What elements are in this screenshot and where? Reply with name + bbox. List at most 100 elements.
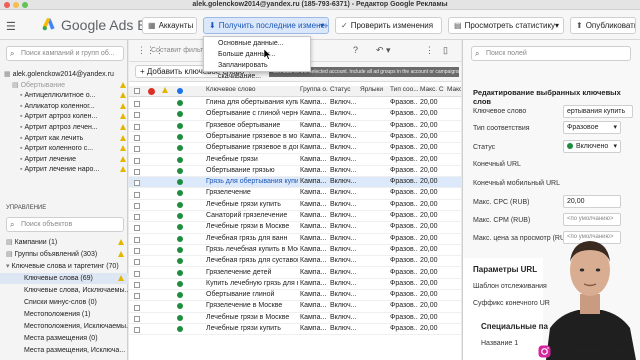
status-cell[interactable]: Включ... <box>330 268 358 278</box>
table-row[interactable]: Лечебные грязи Кампа... Включ... Фразов... 2… <box>129 155 461 166</box>
status-cell[interactable]: Включ... <box>330 177 358 187</box>
max-cpc-cell[interactable]: 20,00 <box>420 211 444 221</box>
keyword-cell[interactable]: Обертывание грязевое в мо... <box>206 132 298 142</box>
keyword-cell[interactable]: Лечебные грязи купить <box>206 200 298 210</box>
max-cpc-field[interactable]: 20,00 <box>563 195 621 208</box>
max-cpc-cell[interactable]: 20,00 <box>420 290 444 300</box>
keyword-cell[interactable]: Лечебные грязи <box>206 155 298 165</box>
ad-group-cell[interactable]: Кампа... <box>300 155 328 165</box>
table-row[interactable]: Грязелечение детей Кампа... Включ... Фразов… <box>129 268 461 279</box>
table-row[interactable]: Обертывание грязевое в дом... Кампа... Вкл… <box>129 143 461 155</box>
max-cpc-cell[interactable]: 20,00 <box>420 245 444 255</box>
max-cpc-cell[interactable]: 20,00 <box>420 234 444 244</box>
ad-group-cell[interactable]: Кампа... <box>300 177 328 187</box>
column-keyword[interactable]: Ключевое слово <box>206 86 296 93</box>
table-row[interactable]: Купить лечебную грязь для в... Кампа... Вк… <box>129 279 461 291</box>
keyword-field[interactable]: ертывания купить <box>563 105 633 118</box>
match-type-cell[interactable]: Фразов... <box>390 132 418 142</box>
type-list-item[interactable]: Места размещения (0) <box>0 333 128 344</box>
status-cell[interactable]: Включ... <box>330 290 358 300</box>
keyword-cell[interactable]: Лечебные грязи в Москве <box>206 313 298 323</box>
max-cpc-cell[interactable]: 20,00 <box>420 143 444 153</box>
max-cpc-cell[interactable]: 20,00 <box>420 200 444 210</box>
table-row[interactable]: Грязь для обертывания купить Кампа... Вклю… <box>129 177 461 189</box>
table-row[interactable]: Обертывание грязью Кампа... Включ... Фразов… <box>129 166 461 178</box>
publish-button[interactable]: ⬆ Опубликовать <box>570 17 636 34</box>
max-cpc-cell[interactable]: 20,00 <box>420 301 444 311</box>
more-icon[interactable]: ⋮ <box>425 45 434 56</box>
tree-item[interactable]: ▦ alek.golenckow2014@yandex.ru <box>0 70 128 80</box>
match-type-cell[interactable]: Фразов... <box>390 109 418 119</box>
status-cell[interactable]: Включ... <box>330 256 358 266</box>
keyword-cell[interactable]: Обертывание с глиной черной <box>206 109 298 119</box>
type-list-item[interactable]: Ключевые слова (69) <box>0 273 128 284</box>
max-cpc-cell[interactable]: 20,00 <box>420 279 444 289</box>
tree-item[interactable]: ▪ Апликатор коленног... <box>0 102 128 112</box>
table-row[interactable]: Обертывание с глиной черной Кампа... Включ… <box>129 109 461 121</box>
keyword-cell[interactable]: Купить лечебную грязь для в... <box>206 279 298 289</box>
match-type-cell[interactable]: Фразов... <box>390 222 418 232</box>
match-type-select[interactable]: Фразовое ▾ <box>563 121 621 134</box>
ad-group-cell[interactable]: Кампа... <box>300 324 328 334</box>
keyword-cell[interactable]: Обертывание глиной <box>206 290 298 300</box>
max-cpm-field[interactable]: <по умолчанию> <box>563 213 621 226</box>
match-type-cell[interactable]: Фразов... <box>390 98 418 108</box>
type-list-item[interactable]: ▤ Группы объявлений (303) <box>0 249 128 260</box>
table-row[interactable]: Обертывание грязевое в мо... Кампа... Вклю… <box>129 132 461 144</box>
row-checkbox[interactable] <box>134 326 140 336</box>
status-cell[interactable]: Включ... <box>330 188 358 198</box>
match-type-cell[interactable]: Фразов... <box>390 200 418 210</box>
status-cell[interactable]: Включ... <box>330 211 358 221</box>
match-type-cell[interactable]: Фразов... <box>390 188 418 198</box>
column-max-cpm[interactable]: Макс. CPM <box>447 86 461 93</box>
ad-group-cell[interactable]: Кампа... <box>300 290 328 300</box>
match-type-cell[interactable]: Фразов... <box>390 256 418 266</box>
tree-item[interactable]: ▤ Обертывание <box>0 81 128 91</box>
match-type-cell[interactable]: Фразов... <box>390 166 418 176</box>
table-row[interactable]: Лечебные грязи в Москве Кампа... Включ... Ф… <box>129 222 461 234</box>
ad-group-cell[interactable]: Кампа... <box>300 143 328 153</box>
match-type-cell[interactable]: Фразов... <box>390 121 418 131</box>
ad-group-cell[interactable]: Кампа... <box>300 245 328 255</box>
keyword-cell[interactable]: Грязелечение детей <box>206 268 298 278</box>
status-cell[interactable]: Включ... <box>330 222 358 232</box>
max-cpc-cell[interactable]: 20,00 <box>420 121 444 131</box>
status-cell[interactable]: Включ... <box>330 143 358 153</box>
keyword-cell[interactable]: Грязелечение <box>206 188 298 198</box>
status-select[interactable]: Включено ▾ <box>563 140 621 153</box>
table-row[interactable]: Лечебные грязи купить Кампа... Включ... Фра… <box>129 324 461 336</box>
table-row[interactable]: Грязелечение в Москве Кампа... Включ... Фра… <box>129 301 461 313</box>
view-statistics-button[interactable]: ▤ Просмотреть статистику ▾ <box>448 17 564 34</box>
keyword-cell[interactable]: Лечебная грязь для суставов <box>206 256 298 266</box>
status-cell[interactable]: Включ... <box>330 109 358 119</box>
table-row[interactable]: Глина для обертывания купить Кампа... Вклю… <box>129 98 461 110</box>
ad-group-cell[interactable]: Кампа... <box>300 188 328 198</box>
match-type-cell[interactable]: Фразов... <box>390 155 418 165</box>
tree-item[interactable]: ▪ Артрит лечение наро... <box>0 165 128 175</box>
type-list-item[interactable]: ▾ Ключевые слова и таргетинг (70) <box>0 261 128 272</box>
keyword-cell[interactable]: Грязевое обертывание <box>206 121 298 131</box>
match-type-cell[interactable]: Фразов... <box>390 279 418 289</box>
keyword-cell[interactable]: Грязь лечебная купить в Мос... <box>206 245 298 255</box>
match-type-cell[interactable]: Фразов... <box>390 234 418 244</box>
tree-item[interactable]: ▪ Артрит артроз колен... <box>0 112 128 122</box>
ad-group-cell[interactable]: Кампа... <box>300 301 328 311</box>
tree-item[interactable]: ▪ Артрит артроз лечен... <box>0 123 128 133</box>
match-type-cell[interactable]: Фразов... <box>390 313 418 323</box>
type-list-item[interactable]: Ключевые слова, Исключаемы... <box>0 285 128 296</box>
ad-group-cell[interactable]: Кампа... <box>300 268 328 278</box>
ad-group-cell[interactable]: Кампа... <box>300 166 328 176</box>
match-type-cell[interactable]: Фразов... <box>390 177 418 187</box>
table-row[interactable]: Грязь лечебная купить в Мос... Кампа... Вк… <box>129 245 461 257</box>
field-search-input[interactable]: ⌕ Поиск полей <box>471 46 631 61</box>
match-type-cell[interactable]: Фразов... <box>390 301 418 311</box>
max-cpc-cell[interactable]: 20,00 <box>420 109 444 119</box>
help-icon[interactable]: ? <box>353 45 358 55</box>
status-cell[interactable]: Включ... <box>330 166 358 176</box>
keyword-cell[interactable]: Обертывание грязью <box>206 166 298 176</box>
max-cpc-cell[interactable]: 20,00 <box>420 177 444 187</box>
status-cell[interactable]: Включ... <box>330 245 358 255</box>
keyword-cell[interactable]: Лечебная грязь для ванн <box>206 234 298 244</box>
max-cpc-cell[interactable]: 20,00 <box>420 222 444 232</box>
object-search-input[interactable]: ⌕ Поиск объектов <box>6 217 124 232</box>
